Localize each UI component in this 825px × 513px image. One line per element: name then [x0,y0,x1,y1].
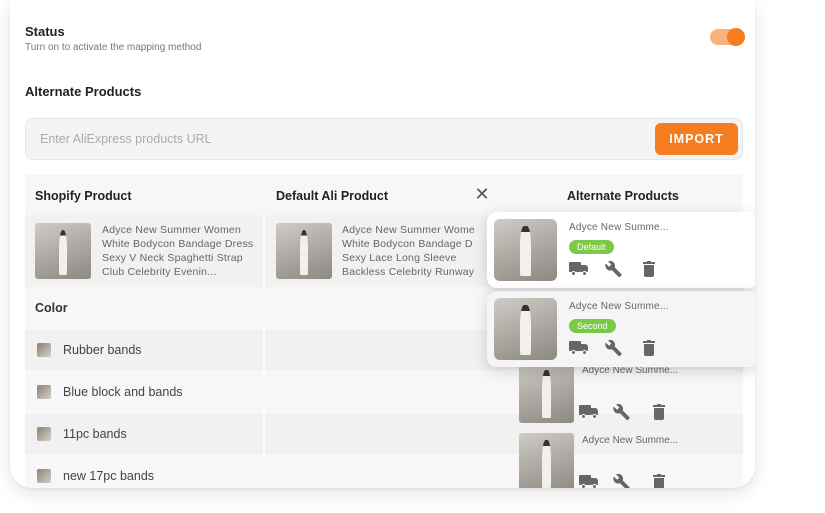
wrench-icon[interactable] [613,403,631,421]
alternate-popup-second[interactable]: Adyce New Summe... Second [487,291,755,367]
truck-icon[interactable] [579,405,599,419]
import-button[interactable]: IMPORT [655,123,738,155]
status-badge: Second [569,319,616,333]
header-shopify-product: Shopify Product [35,189,132,203]
truck-icon[interactable] [579,475,599,488]
status-subtitle: Turn on to activate the mapping method [25,42,202,53]
shopify-product-image [35,223,91,279]
popup-product-name: Adyce New Summe... [569,301,669,312]
default-ali-product-image [276,223,332,279]
default-ali-product-name: Adyce New Summer Wome White Bodycon Band… [342,224,475,278]
variant-label: Blue block and bands [63,385,183,399]
wrench-icon[interactable] [613,473,631,488]
alternate-item-image [519,433,574,488]
url-box: IMPORT [25,118,743,160]
status-badge: Default [569,240,614,254]
variant-label: new 17pc bands [63,469,155,483]
color-label: Color [35,301,68,315]
mapping-table: Shopify Product Default Ali Product ✕ Al… [25,175,755,488]
alternate-popup-default[interactable]: Adyce New Summe... Default [487,212,755,288]
truck-icon[interactable] [569,341,589,355]
mapping-card: Status Turn on to activate the mapping m… [10,0,755,488]
toggle-knob [727,28,745,46]
popup-product-name: Adyce New Summe... [569,222,669,233]
trash-icon[interactable] [653,404,665,420]
shopify-product-name: Adyce New Summer Women White Bodycon Ban… [102,224,254,278]
wrench-icon[interactable] [605,339,623,357]
trash-icon[interactable] [653,474,665,488]
alternate-item: Adyce New Summe... [507,425,743,488]
alternate-item-image [519,363,574,423]
variant-thumb [37,427,51,441]
truck-icon[interactable] [569,262,589,276]
status-title: Status [25,24,65,39]
header-default-ali-product: Default Ali Product [276,189,389,203]
close-icon[interactable]: ✕ [474,185,490,203]
alternate-item-name: Adyce New Summe... [582,435,679,446]
variant-label: 11pc bands [63,427,127,441]
popup-product-image [494,298,557,360]
variant-thumb [37,343,51,357]
variant-thumb [37,469,51,483]
wrench-icon[interactable] [605,260,623,278]
trash-icon[interactable] [643,340,655,356]
alternate-products-title: Alternate Products [25,84,142,99]
trash-icon[interactable] [643,261,655,277]
popup-product-image [494,219,557,281]
header-alternate-products: Alternate Products [567,189,679,203]
aliexpress-url-input[interactable] [26,119,646,159]
status-toggle[interactable] [710,28,745,46]
column-divider [263,215,265,488]
variant-label: Rubber bands [63,343,142,357]
variant-thumb [37,385,51,399]
